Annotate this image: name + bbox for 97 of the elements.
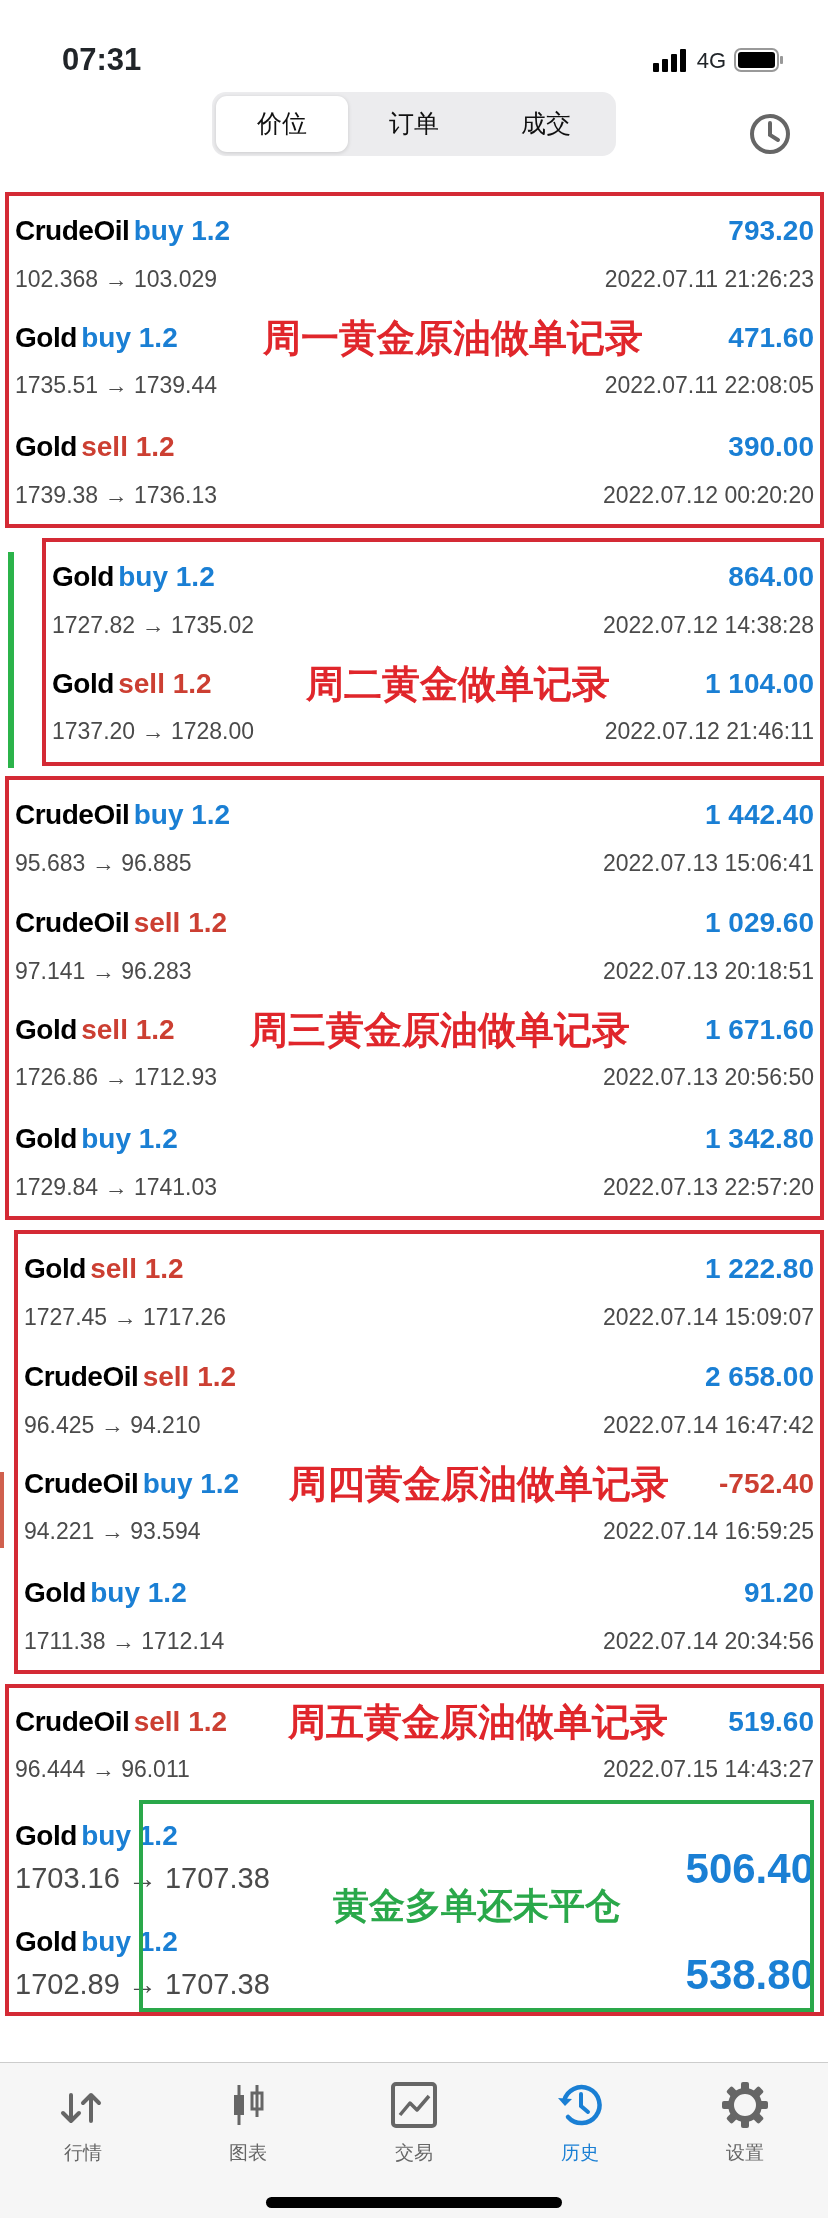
symbol-label: CrudeOil <box>15 907 130 938</box>
trade-time: 2022.07.15 14:43:27 <box>602 1755 814 1784</box>
segment-tab[interactable]: 成交 <box>480 96 612 152</box>
price-range: 1737.20 → 1728.00 <box>52 717 255 746</box>
trade-side: buy 1.2 <box>81 1925 178 1957</box>
trade-time: 2022.07.13 15:06:41 <box>602 849 814 878</box>
annotation-text: 周一黄金原油做单记录 <box>263 318 644 358</box>
settings-icon <box>721 2081 770 2129</box>
price-range: 1735.51 → 1739.44 <box>15 371 218 400</box>
signal-icon <box>652 48 689 72</box>
profit-value: 91.20 <box>743 1576 814 1610</box>
trade-side: buy 1.2 <box>81 322 178 353</box>
trade-time: 2022.07.12 14:38:28 <box>602 611 814 640</box>
network-label: 4G <box>696 46 726 75</box>
trade-side: buy 1.2 <box>118 561 215 592</box>
price-range: 96.425 → 94.210 <box>24 1411 201 1440</box>
trade-time: 2022.07.11 21:26:23 <box>604 265 814 294</box>
segment-tab[interactable]: 订单 <box>348 96 480 152</box>
trade-side: buy 1.2 <box>81 1123 178 1154</box>
battery-icon <box>734 48 784 72</box>
price-range: 1711.38 → 1712.14 <box>24 1627 225 1656</box>
history-icon[interactable] <box>748 112 792 156</box>
trade-time: 2022.07.12 00:20:20 <box>602 481 814 510</box>
trade-time: 2022.07.12 21:46:11 <box>604 717 814 746</box>
trade-time: 2022.07.14 16:47:42 <box>602 1411 814 1440</box>
trade-side: sell 1.2 <box>133 907 228 938</box>
price-range: 96.444 → 96.011 <box>15 1755 190 1784</box>
profit-value: 1 104.00 <box>705 667 814 701</box>
trade-side: sell 1.2 <box>118 668 212 699</box>
price-range: 1726.86 → 1712.93 <box>15 1063 218 1092</box>
symbol-label: CrudeOil <box>15 799 130 830</box>
profit-value: 1 671.60 <box>705 1013 814 1047</box>
annotation-text: 周五黄金原油做单记录 <box>287 1702 668 1742</box>
symbol-label: Gold <box>15 1819 77 1851</box>
annotation-text: 黄金多单还未平仓 <box>332 1884 621 1928</box>
price-range: 1739.38 → 1736.13 <box>15 481 218 510</box>
trade-side: buy 1.2 <box>81 1819 178 1851</box>
symbol-label: Gold <box>15 1925 77 1957</box>
symbol-label: Gold <box>24 1577 86 1608</box>
trade-time: 2022.07.11 22:08:05 <box>604 371 814 400</box>
line-chart-icon <box>390 2081 438 2129</box>
profit-value: 538.80 <box>685 1950 814 2000</box>
trade-time: 2022.07.13 22:57:20 <box>602 1173 814 1202</box>
symbol-label: CrudeOil <box>24 1361 139 1392</box>
trade-time: 2022.07.14 16:59:25 <box>602 1517 814 1546</box>
annotation-text: 周三黄金原油做单记录 <box>249 1010 630 1050</box>
tab-bar-item[interactable]: 交易 <box>331 2063 497 2169</box>
trade-side: sell 1.2 <box>81 1014 175 1045</box>
clock-time: 07:31 <box>62 40 142 79</box>
profit-value: 390.00 <box>728 430 814 464</box>
tab-bar-item[interactable]: 行情 <box>0 2063 166 2169</box>
symbol-label: CrudeOil <box>15 1706 130 1737</box>
profit-value: 1 442.40 <box>705 798 814 832</box>
profit-value: 1 342.80 <box>705 1122 814 1156</box>
symbol-label: Gold <box>52 561 114 592</box>
trade-time: 2022.07.13 20:18:51 <box>602 957 814 986</box>
profit-value: 2 658.00 <box>705 1360 814 1394</box>
tab-bar-item[interactable]: 设置 <box>662 2063 828 2169</box>
price-range: 95.683 → 96.885 <box>15 849 192 878</box>
profit-value: 1 222.80 <box>705 1252 814 1286</box>
segment-tab[interactable]: 价位 <box>216 96 348 152</box>
profit-value: 471.60 <box>728 321 814 355</box>
price-range: 102.368 → 103.029 <box>15 265 218 294</box>
price-range: 97.141 → 96.283 <box>15 957 192 986</box>
trade-side: buy 1.2 <box>90 1577 187 1608</box>
trade-side: sell 1.2 <box>133 1706 228 1737</box>
symbol-label: Gold <box>52 668 114 699</box>
trade-side: sell 1.2 <box>142 1361 237 1392</box>
profit-value: 506.40 <box>685 1844 814 1894</box>
price-range: 1729.84 → 1741.03 <box>15 1173 218 1202</box>
trade-side: buy 1.2 <box>133 799 231 830</box>
annotation-text: 周四黄金原油做单记录 <box>289 1464 670 1504</box>
profit-value: 864.00 <box>728 560 814 594</box>
profit-value: 519.60 <box>728 1705 814 1739</box>
profit-value: 1 029.60 <box>705 906 814 940</box>
trade-time: 2022.07.14 20:34:56 <box>602 1627 814 1656</box>
symbol-label: Gold <box>15 431 77 462</box>
symbol-label: Gold <box>15 1014 77 1045</box>
symbol-label: Gold <box>15 322 77 353</box>
trade-side: buy 1.2 <box>142 1468 240 1499</box>
symbol-label: Gold <box>24 1253 86 1284</box>
profit-value: -752.40 <box>719 1467 814 1501</box>
price-range: 1727.45 → 1717.26 <box>24 1303 227 1332</box>
tab-bar-item[interactable]: 历史 <box>496 2063 663 2169</box>
trade-time: 2022.07.14 15:09:07 <box>602 1303 814 1332</box>
price-range: 1727.82 → 1735.02 <box>52 611 255 640</box>
symbol-label: Gold <box>15 1123 77 1154</box>
trade-time: 2022.07.13 20:56:50 <box>602 1063 814 1092</box>
tab-bar-item[interactable]: 图表 <box>165 2063 332 2169</box>
trade-side: sell 1.2 <box>90 1253 184 1284</box>
trade-side: buy 1.2 <box>133 215 231 246</box>
symbol-label: CrudeOil <box>15 215 130 246</box>
price-range: 94.221 → 93.594 <box>24 1517 201 1546</box>
symbol-label: CrudeOil <box>24 1468 139 1499</box>
profit-value: 793.20 <box>728 214 814 248</box>
annotation-text: 周二黄金做单记录 <box>306 664 611 704</box>
trade-side: sell 1.2 <box>81 431 175 462</box>
